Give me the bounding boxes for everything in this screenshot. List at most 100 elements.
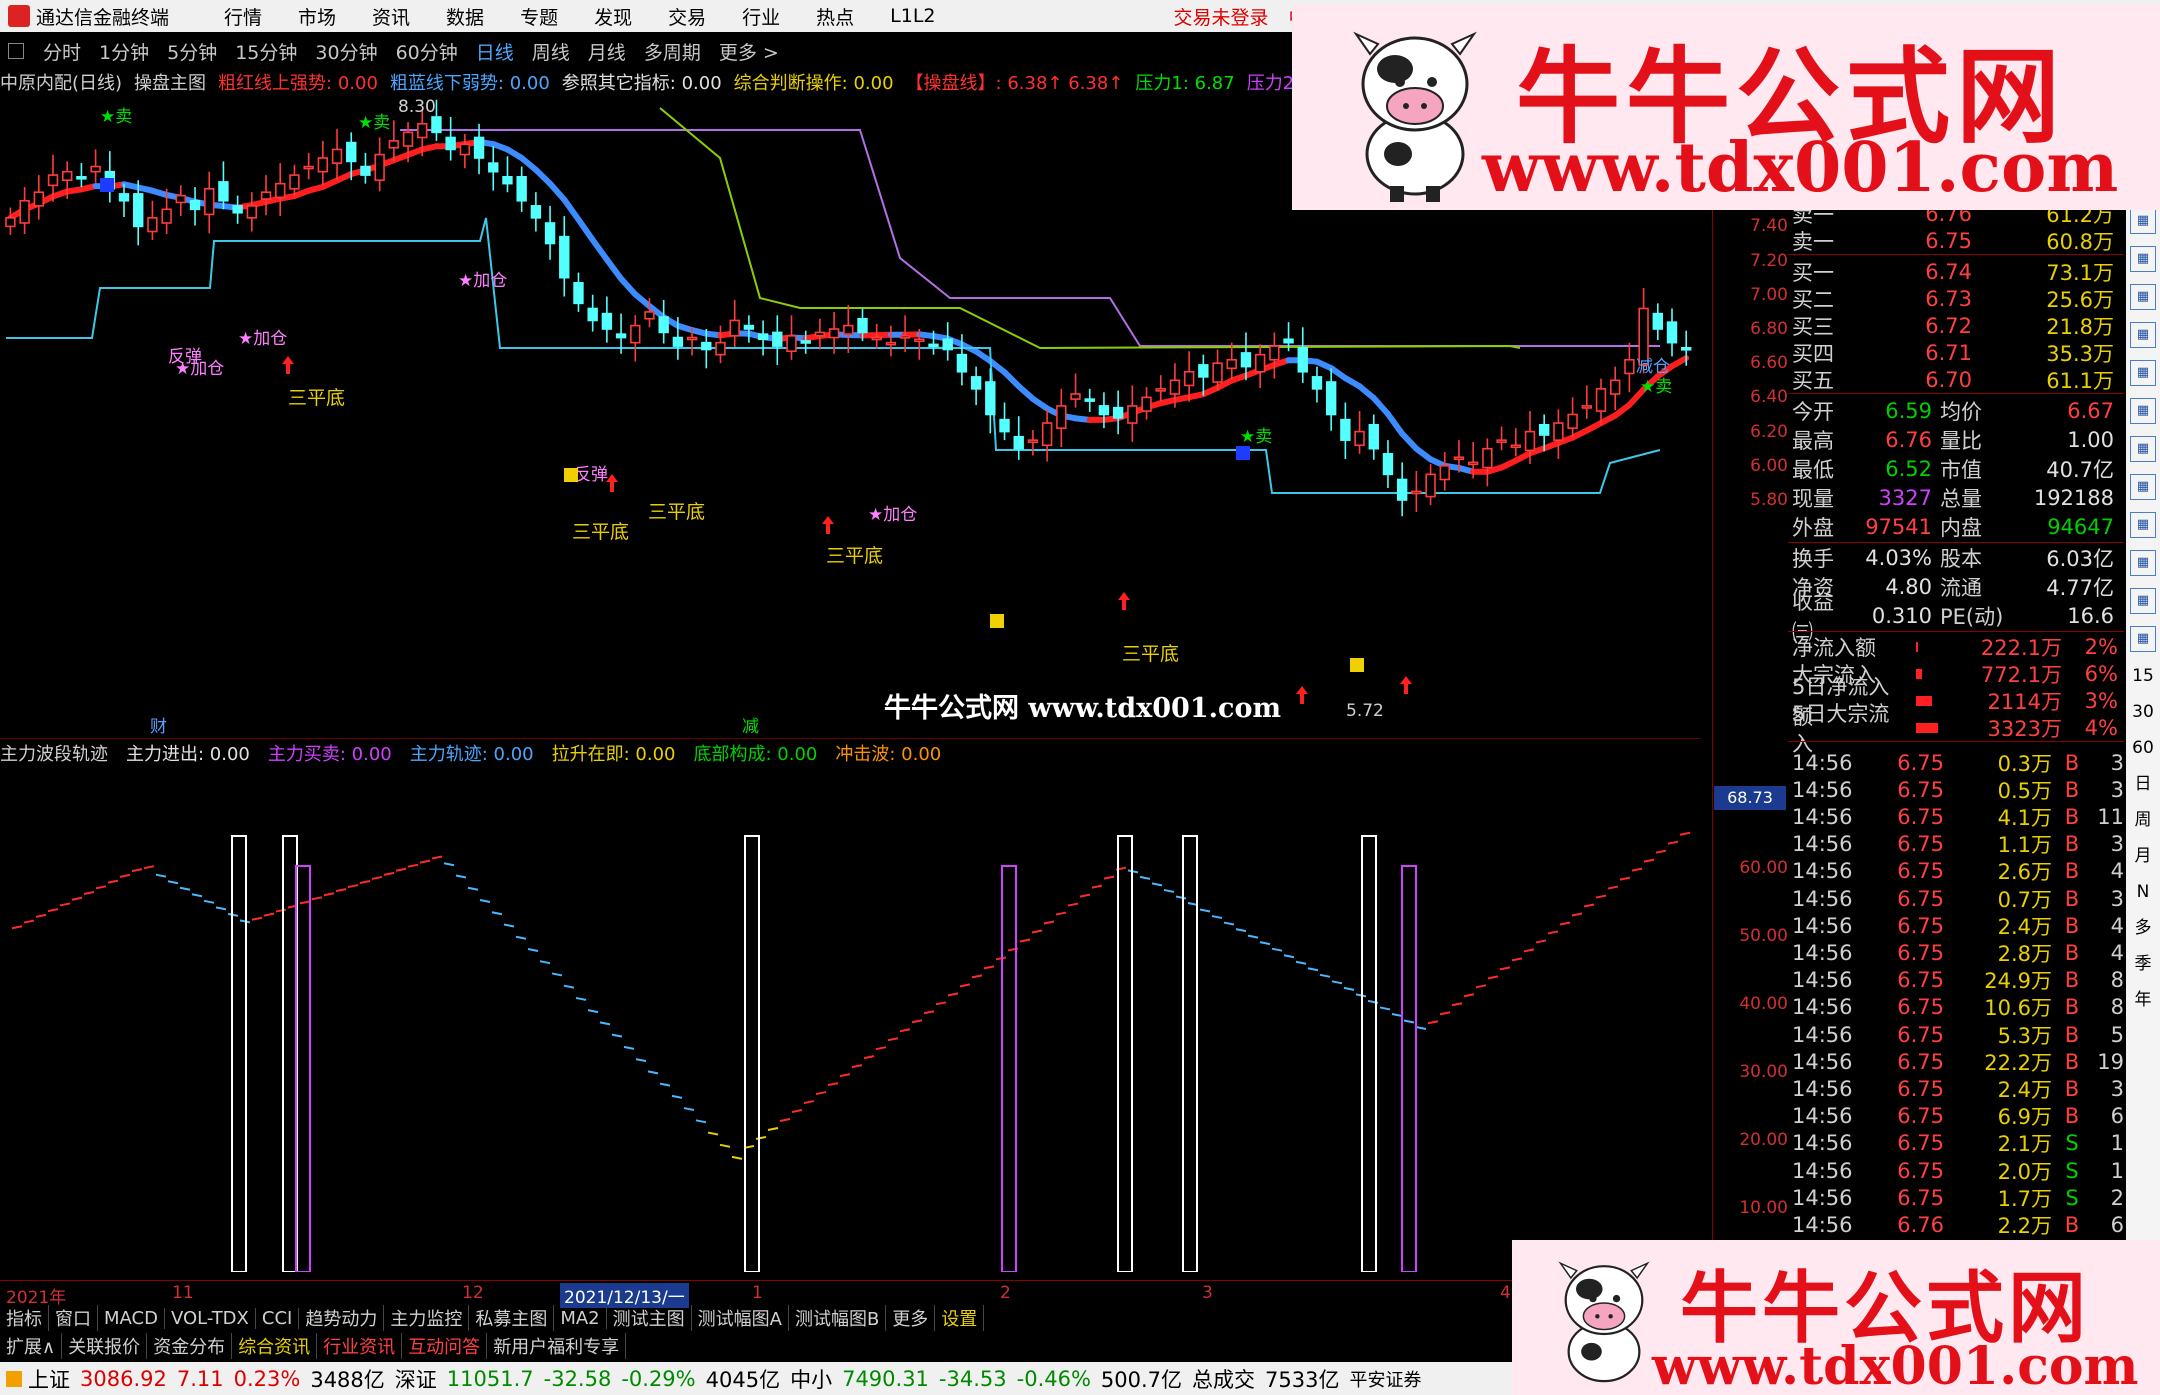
menu-item-trade[interactable]: 交易: [650, 3, 724, 30]
tab-related[interactable]: 关联报价: [62, 1333, 148, 1359]
tab-ma2[interactable]: MA2: [554, 1307, 607, 1329]
tab-private[interactable]: 私募主图: [469, 1305, 555, 1331]
menu-item-data[interactable]: 数据: [428, 3, 502, 30]
bid-row[interactable]: 买一 6.74 73.1万: [1788, 258, 2124, 286]
stat-row[interactable]: 最高 6.76 量比 1.00: [1788, 426, 2124, 454]
toolbar-chart-icon[interactable]: ▦: [2130, 626, 2156, 652]
tick-row[interactable]: 14:56 6.75 0.5万 B 3: [1788, 776, 2124, 803]
stat-row[interactable]: 今开 6.59 均价 6.67: [1788, 397, 2124, 425]
ask-row[interactable]: 卖一 6.75 60.8万: [1788, 227, 2124, 255]
tick-row[interactable]: 14:56 6.75 2.4万 B 3: [1788, 1075, 2124, 1102]
period-1min[interactable]: 1分钟: [90, 38, 158, 65]
bid-row[interactable]: 买二 6.73 25.6万: [1788, 285, 2124, 313]
toolbar-period-button[interactable]: 60: [2130, 736, 2156, 762]
toolbar-period-button[interactable]: 日: [2130, 772, 2156, 798]
login-status[interactable]: 交易未登录: [1174, 3, 1269, 30]
period-daily[interactable]: 日线: [467, 38, 523, 65]
toolbar-chart-icon[interactable]: ▦: [2130, 360, 2156, 386]
toolbar-chart-icon[interactable]: ▦: [2130, 588, 2156, 614]
tab-window[interactable]: 窗口: [49, 1305, 98, 1331]
toolbar-chart-icon[interactable]: ▦: [2130, 436, 2156, 462]
stat-row[interactable]: 收益㈢ 0.310 PE(动) 16.6: [1788, 590, 2124, 644]
menu-item-hot[interactable]: 热点: [798, 3, 872, 30]
stat-row[interactable]: 现量 3327 总量 192188: [1788, 484, 2124, 512]
period-multi[interactable]: 多周期: [635, 38, 710, 65]
period-fenshi[interactable]: 分时: [34, 38, 90, 65]
tab-test-main[interactable]: 测试主图: [607, 1305, 692, 1331]
tick-row[interactable]: 14:56 6.76 2.2万 B 6: [1788, 1211, 2124, 1238]
toolbar-period-button[interactable]: 多: [2130, 916, 2156, 942]
tick-row[interactable]: 14:56 6.75 22.2万 B 19: [1788, 1048, 2124, 1075]
tab-trend[interactable]: 趋势动力: [299, 1305, 385, 1331]
tab-general-news[interactable]: 综合资讯: [232, 1333, 318, 1359]
toolbar-chart-icon[interactable]: ▦: [2130, 474, 2156, 500]
period-5min[interactable]: 5分钟: [158, 38, 226, 65]
period-weekly[interactable]: 周线: [523, 38, 579, 65]
period-30min[interactable]: 30分钟: [306, 38, 386, 65]
bid-row[interactable]: 买三 6.72 21.8万: [1788, 312, 2124, 340]
toolbar-period-button[interactable]: 30: [2130, 700, 2156, 726]
menu-item-news[interactable]: 资讯: [354, 3, 428, 30]
tab-expand[interactable]: 扩展∧: [0, 1333, 63, 1359]
toolbar-period-button[interactable]: 月: [2130, 844, 2156, 870]
toolbar-period-button[interactable]: 15: [2130, 664, 2156, 690]
period-15min[interactable]: 15分钟: [226, 38, 306, 65]
sz-name[interactable]: 深证: [395, 1364, 437, 1394]
tab-more[interactable]: 更多: [886, 1305, 936, 1331]
tab-test-b[interactable]: 测试幅图B: [789, 1305, 887, 1331]
flow-row[interactable]: 5日大宗流入 3323万 4%: [1788, 702, 2124, 756]
menu-item-market[interactable]: 市场: [280, 3, 354, 30]
menu-item-quotes[interactable]: 行情: [206, 3, 280, 30]
tab-indicator[interactable]: 指标: [0, 1305, 49, 1331]
stat-row[interactable]: 最低 6.52 市值 40.7亿: [1788, 455, 2124, 483]
tick-row[interactable]: 14:56 6.75 2.4万 B 4: [1788, 912, 2124, 939]
menu-item-discover[interactable]: 发现: [576, 3, 650, 30]
tick-row[interactable]: 14:56 6.75 2.0万 S 1: [1788, 1157, 2124, 1184]
toolbar-chart-icon[interactable]: ▦: [2130, 322, 2156, 348]
zx-name[interactable]: 中小: [790, 1364, 832, 1394]
tab-industry-news[interactable]: 行业资讯: [317, 1333, 403, 1359]
tab-test-a[interactable]: 测试幅图A: [692, 1305, 789, 1331]
tick-row[interactable]: 14:56 6.75 1.1万 B 3: [1788, 831, 2124, 858]
tick-row[interactable]: 14:56 6.75 4.1万 B 11: [1788, 803, 2124, 830]
toolbar-period-button[interactable]: 周: [2130, 808, 2156, 834]
toolbar-chart-icon[interactable]: ▦: [2130, 284, 2156, 310]
stat-row[interactable]: 换手 4.03% 股本 6.03亿: [1788, 544, 2124, 572]
sh-name[interactable]: 上证: [28, 1364, 70, 1394]
bid-row[interactable]: 买四 6.71 35.3万: [1788, 339, 2124, 367]
toolbar-period-button[interactable]: 年: [2130, 988, 2156, 1014]
toolbar-chart-icon[interactable]: ▦: [2130, 398, 2156, 424]
period-checkbox[interactable]: [8, 43, 24, 59]
sub-indicator-name[interactable]: 主力波段轨迹: [0, 740, 108, 766]
tab-welfare[interactable]: 新用户福利专享: [487, 1333, 627, 1359]
period-monthly[interactable]: 月线: [579, 38, 635, 65]
toolbar-period-button[interactable]: N: [2130, 880, 2156, 906]
stat-row[interactable]: 外盘 97541 内盘 94647: [1788, 513, 2124, 541]
tab-funds[interactable]: 资金分布: [147, 1333, 233, 1359]
toolbar-chart-icon[interactable]: ▦: [2130, 208, 2156, 234]
tab-vol[interactable]: VOL-TDX: [165, 1307, 256, 1329]
tab-cci[interactable]: CCI: [256, 1307, 300, 1329]
bid-row[interactable]: 买五 6.70 61.1万: [1788, 366, 2124, 394]
tick-row[interactable]: 14:56 6.75 10.6万 B 8: [1788, 994, 2124, 1021]
flow-row[interactable]: 净流入额 222.1万 2%: [1788, 633, 2124, 661]
tick-row[interactable]: 14:56 6.75 0.7万 B 3: [1788, 885, 2124, 912]
tick-row[interactable]: 14:56 6.75 2.8万 B 4: [1788, 939, 2124, 966]
period-60min[interactable]: 60分钟: [387, 38, 467, 65]
toolbar-chart-icon[interactable]: ▦: [2130, 550, 2156, 576]
sub-indicator-chart[interactable]: [0, 766, 1712, 1272]
tick-row[interactable]: 14:56 6.75 2.1万 S 1: [1788, 1130, 2124, 1157]
tick-row[interactable]: 14:56 6.75 5.3万 B 5: [1788, 1021, 2124, 1048]
tab-monitor[interactable]: 主力监控: [384, 1305, 470, 1331]
toolbar-period-button[interactable]: 季: [2130, 952, 2156, 978]
period-more[interactable]: 更多 >: [710, 38, 788, 65]
tick-row[interactable]: 14:56 6.75 6.9万 B 6: [1788, 1103, 2124, 1130]
toolbar-chart-icon[interactable]: ▦: [2130, 246, 2156, 272]
tick-row[interactable]: 14:56 6.75 1.7万 S 2: [1788, 1184, 2124, 1211]
tick-row[interactable]: 14:56 6.75 0.3万 B 3: [1788, 749, 2124, 776]
tab-qa[interactable]: 互动问答: [402, 1333, 488, 1359]
tick-row[interactable]: 14:56 6.75 24.9万 B 8: [1788, 967, 2124, 994]
menu-item-topics[interactable]: 专题: [502, 3, 576, 30]
main-indicator-name[interactable]: 操盘主图: [134, 69, 206, 95]
tab-settings[interactable]: 设置: [935, 1305, 985, 1331]
